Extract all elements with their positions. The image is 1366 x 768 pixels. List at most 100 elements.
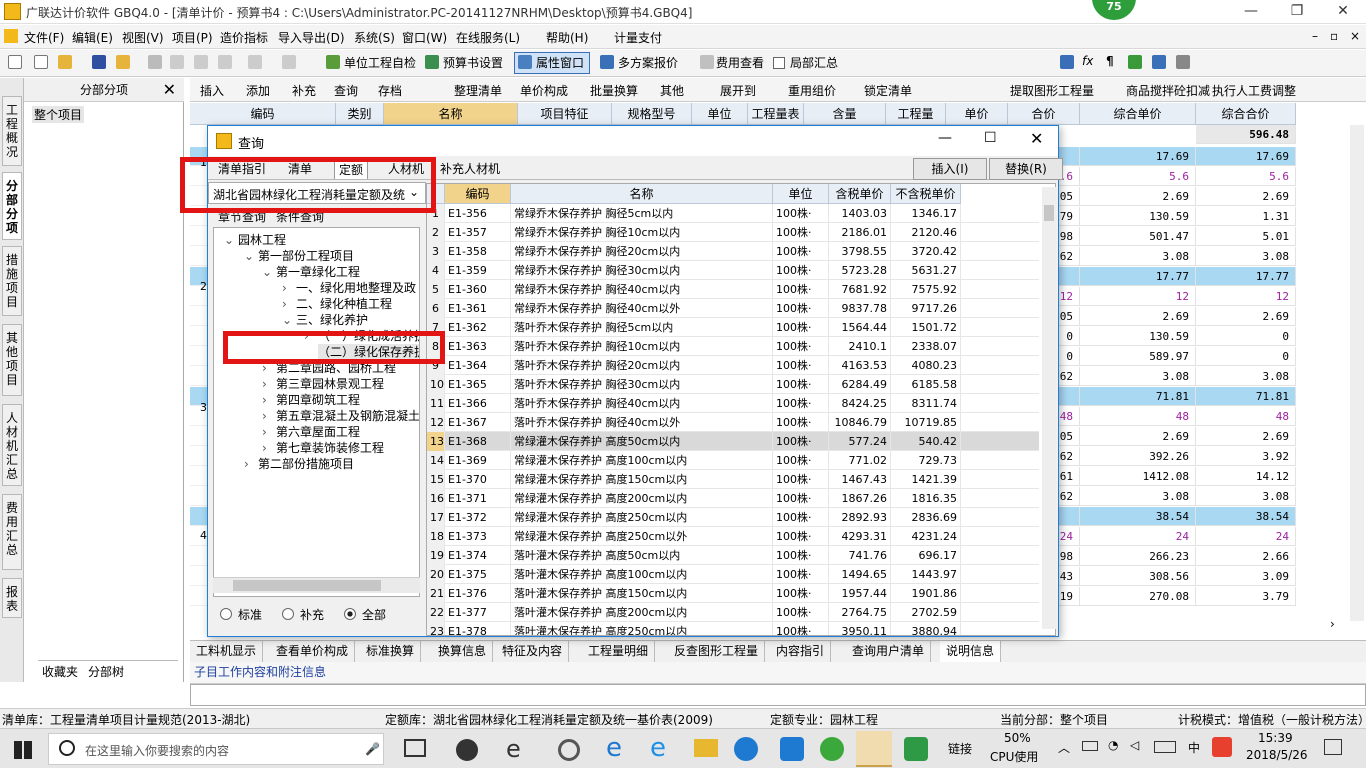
tree-node-12[interactable]: 第六章屋面工程 bbox=[276, 424, 360, 440]
quota-row[interactable]: 12 E1-367 落叶乔木保存养护 胸径40cm以外 100株· 10846.79 10… bbox=[427, 413, 1039, 432]
quota-row[interactable]: 14 E1-369 常绿灌木保存养护 高度100cm以内 100株· 771.02 729… bbox=[427, 451, 1039, 470]
paste-icon[interactable] bbox=[194, 55, 208, 69]
quota-row[interactable]: 13 E1-368 常绿灌木保存养护 高度50cm以内 100株· 577.24 540.… bbox=[427, 432, 1039, 451]
app-gtj-icon[interactable] bbox=[904, 737, 928, 761]
close-panel-icon[interactable]: ✕ bbox=[163, 78, 176, 102]
ie-icon[interactable]: e bbox=[650, 733, 666, 763]
menu-item-5[interactable]: 导入导出(D) bbox=[278, 29, 345, 46]
tree-node-4[interactable]: 二、绿化种植工程 bbox=[296, 296, 392, 312]
column-header-1[interactable]: 类别 bbox=[336, 103, 384, 125]
grid-cell[interactable]: 48 bbox=[1080, 407, 1196, 426]
bottom-tab-6[interactable]: 反查图形工程量 bbox=[668, 641, 766, 662]
quota-row[interactable]: 23 E1-378 落叶灌木保存养护 高度250cm以内 100株· 3950.11 38… bbox=[427, 622, 1039, 635]
app-plus-icon[interactable] bbox=[780, 737, 804, 761]
battery-icon[interactable] bbox=[1082, 741, 1098, 751]
task-view-icon[interactable] bbox=[404, 739, 426, 757]
tree-expander-icon[interactable]: ⌄ bbox=[244, 248, 254, 264]
quota-row[interactable]: 22 E1-377 落叶灌木保存养护 高度200cm以内 100株· 2764.75 27… bbox=[427, 603, 1039, 622]
save-icon[interactable] bbox=[92, 55, 106, 69]
side-tab-0[interactable]: 工程概况 bbox=[2, 96, 22, 166]
toolbar2-button-4[interactable]: 存档 bbox=[378, 82, 402, 99]
bottom-tab-5[interactable]: 工程量明细 bbox=[582, 641, 656, 662]
folder-icon[interactable] bbox=[694, 739, 718, 757]
side-tab-5[interactable]: 费用汇总 bbox=[2, 494, 22, 570]
keyboard-icon[interactable] bbox=[1154, 741, 1176, 753]
delete-icon[interactable] bbox=[218, 55, 232, 69]
quota-row[interactable]: 18 E1-373 常绿灌木保存养护 高度250cm以外 100株· 4293.31 42… bbox=[427, 527, 1039, 546]
bottom-tab-7[interactable]: 内容指引 bbox=[770, 641, 832, 662]
grid-cell[interactable]: 501.47 bbox=[1080, 227, 1196, 246]
app-fan-icon[interactable] bbox=[456, 739, 478, 761]
grid-cell[interactable]: 24 bbox=[1080, 527, 1196, 546]
column-header-6[interactable]: 工程量表达式 bbox=[748, 103, 804, 143]
column-header-9[interactable]: 单价 bbox=[946, 103, 1008, 125]
radio-1[interactable] bbox=[282, 608, 294, 620]
quota-row[interactable]: 10 E1-365 落叶乔木保存养护 胸径30cm以内 100株· 6284.49 618… bbox=[427, 375, 1039, 394]
edge-icon[interactable]: e bbox=[606, 733, 622, 763]
favorites-tab[interactable]: 收藏夹 bbox=[42, 663, 78, 680]
menu-item-0[interactable]: 文件(F) bbox=[24, 29, 64, 46]
tree-expander-icon[interactable]: › bbox=[262, 408, 267, 424]
toolbar2-button-6[interactable]: 单价构成 bbox=[520, 82, 568, 99]
multi-plan-button[interactable]: 多方案报价 bbox=[618, 54, 678, 71]
cut-icon[interactable] bbox=[148, 55, 162, 69]
grid-cell[interactable]: 130.59 bbox=[1080, 207, 1196, 226]
grid-cell[interactable]: 270.08 bbox=[1080, 587, 1196, 606]
side-tab-6[interactable]: 报表 bbox=[2, 578, 22, 618]
dialog-minimize-icon[interactable]: — bbox=[938, 130, 952, 146]
column-header-12[interactable]: 综合合价 bbox=[1196, 103, 1296, 125]
volume-icon[interactable]: ◁ bbox=[1130, 738, 1139, 752]
grid-cell[interactable]: 3.08 bbox=[1080, 487, 1196, 506]
dialog-close-icon[interactable]: ✕ bbox=[1030, 129, 1043, 148]
toolbar2-button-8[interactable]: 其他 bbox=[660, 82, 684, 99]
wifi-icon[interactable]: ◔ bbox=[1108, 738, 1118, 752]
quota-column-0[interactable]: 编码 bbox=[445, 184, 511, 204]
save-as-icon[interactable] bbox=[116, 55, 130, 69]
column-header-7[interactable]: 含量 bbox=[804, 103, 886, 125]
toolbar2-button-0[interactable]: 插入 bbox=[200, 82, 224, 99]
grid-cell[interactable]: 2.69 bbox=[1196, 427, 1296, 446]
grid-cell[interactable]: 3.08 bbox=[1196, 487, 1296, 506]
sogou-icon[interactable] bbox=[1212, 737, 1232, 757]
grid-cell[interactable]: 392.26 bbox=[1080, 447, 1196, 466]
toolbar2-button-11[interactable]: 锁定清单 bbox=[864, 82, 912, 99]
taskbar-search[interactable]: 在这里输入你要搜索的内容 🎤 bbox=[48, 733, 384, 765]
tree-expander-icon[interactable]: › bbox=[262, 424, 267, 440]
grid-cell[interactable]: 0 bbox=[1196, 347, 1296, 366]
grid-cell[interactable]: 266.23 bbox=[1080, 547, 1196, 566]
app-green-icon[interactable] bbox=[820, 737, 844, 761]
quota-row[interactable]: 19 E1-374 落叶灌木保存养护 高度50cm以内 100株· 741.76 696.… bbox=[427, 546, 1039, 565]
grid-cell[interactable]: 48 bbox=[1196, 407, 1296, 426]
tree-node-11[interactable]: 第五章混凝土及钢筋混凝土 bbox=[276, 408, 419, 424]
toolbar2-button-13[interactable]: 商品搅拌砼扣减 bbox=[1126, 82, 1210, 99]
bottom-tab-1[interactable]: 查看单价构成 bbox=[270, 641, 356, 662]
column-header-2[interactable]: 名称 bbox=[384, 103, 518, 125]
column-header-11[interactable]: 综合单价 bbox=[1080, 103, 1196, 125]
insert-button[interactable]: 插入(I) bbox=[913, 158, 987, 180]
grid-cell[interactable]: 0 bbox=[1196, 327, 1296, 346]
quota-row[interactable]: 6 E1-361 常绿乔木保存养护 胸径40cm以外 100株· 9837.78 9717… bbox=[427, 299, 1039, 318]
start-icon[interactable] bbox=[14, 741, 32, 759]
grid-cell[interactable]: 17.69 bbox=[1196, 147, 1296, 166]
toolbar2-button-5[interactable]: 整理清单 bbox=[454, 82, 502, 99]
grid-cell[interactable]: 308.56 bbox=[1080, 567, 1196, 586]
info-content[interactable] bbox=[190, 684, 1366, 706]
grid-cell[interactable]: 24 bbox=[1196, 527, 1296, 546]
grid-cell[interactable]: 17.77 bbox=[1196, 267, 1296, 286]
grid-vscrollbar[interactable] bbox=[1350, 125, 1364, 621]
new-doc-icon[interactable] bbox=[34, 55, 48, 69]
tree-node-0[interactable]: 园林工程 bbox=[238, 232, 286, 248]
column-header-3[interactable]: 项目特征 bbox=[518, 103, 612, 125]
quota-row[interactable]: 15 E1-370 常绿灌木保存养护 高度150cm以内 100株· 1467.43 14… bbox=[427, 470, 1039, 489]
menu-item-3[interactable]: 项目(P) bbox=[172, 29, 213, 46]
bottom-tab-0[interactable]: 工料机显示 bbox=[190, 641, 264, 662]
grid-cell[interactable]: 17.77 bbox=[1080, 267, 1196, 286]
self-check-icon[interactable] bbox=[326, 55, 340, 69]
tree-node-14[interactable]: 第二部份措施项目 bbox=[258, 456, 354, 472]
grid-cell[interactable]: 3.08 bbox=[1080, 367, 1196, 386]
column-header-4[interactable]: 规格型号 bbox=[612, 103, 692, 125]
tree-node-1[interactable]: 第一部份工程项目 bbox=[258, 248, 354, 264]
app-chrome-icon[interactable] bbox=[558, 739, 580, 761]
grid-cell[interactable]: 3.09 bbox=[1196, 567, 1296, 586]
tree-expander-icon[interactable]: › bbox=[282, 280, 287, 296]
